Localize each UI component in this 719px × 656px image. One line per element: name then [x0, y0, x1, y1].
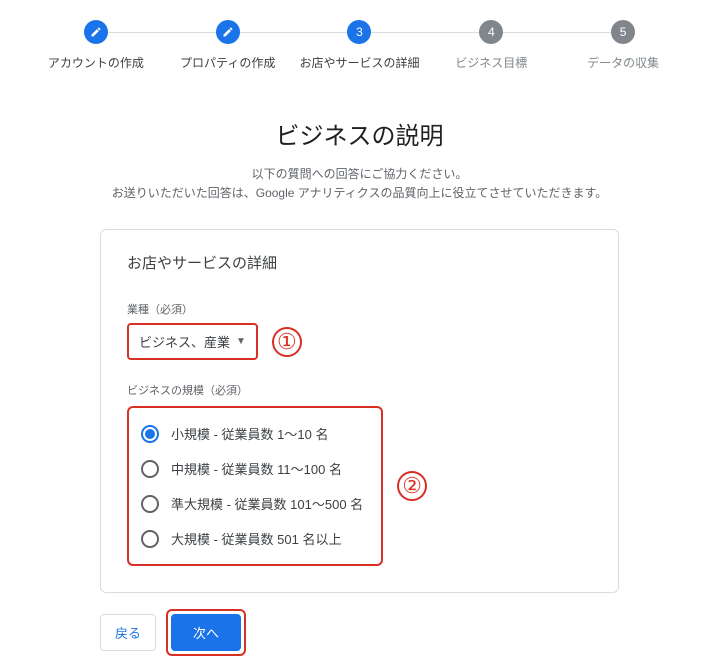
- step-connector: [359, 32, 491, 33]
- step-business-details: 3 お店やサービスの詳細: [294, 20, 426, 71]
- step-label: お店やサービスの詳細: [299, 54, 419, 71]
- business-details-card: お店やサービスの詳細 業種（必須） ビジネス、産業 ▼ ① ビジネスの規模（必須…: [100, 229, 619, 593]
- step-label: データの収集: [587, 54, 659, 71]
- radio-icon: [141, 495, 159, 513]
- industry-label: 業種（必須）: [127, 301, 592, 317]
- industry-dropdown[interactable]: ビジネス、産業 ▼: [127, 323, 258, 360]
- step-connector: [96, 32, 228, 33]
- industry-dropdown-wrap: ビジネス、産業 ▼ ①: [127, 323, 592, 360]
- step-circle-pending: 5: [611, 20, 635, 44]
- step-label: アカウントの作成: [48, 54, 144, 71]
- step-label: プロパティの作成: [180, 54, 275, 71]
- pencil-icon: [90, 26, 102, 38]
- step-data-collection: 5 データの収集: [557, 20, 689, 71]
- step-circle-done: [216, 20, 240, 44]
- heading-section: ビジネスの説明 以下の質問への回答にご協力ください。 お送りいただいた回答は、G…: [0, 116, 719, 201]
- radio-label: 大規模 - 従業員数 501 名以上: [171, 529, 341, 548]
- radio-label: 小規模 - 従業員数 1～10 名: [171, 424, 328, 443]
- step-connector: [491, 32, 623, 33]
- next-button-highlight: 次へ: [166, 609, 246, 656]
- size-label: ビジネスの規模（必須）: [127, 382, 592, 398]
- radio-label: 中規模 - 従業員数 11～100 名: [171, 459, 342, 478]
- step-property: プロパティの作成: [162, 20, 294, 71]
- step-business-goals: 4 ビジネス目標: [425, 20, 557, 71]
- card-title: お店やサービスの詳細: [127, 252, 592, 273]
- chevron-down-icon: ▼: [236, 336, 246, 347]
- radio-label: 準大規模 - 従業員数 101～500 名: [171, 494, 363, 513]
- pencil-icon: [222, 26, 234, 38]
- radio-icon: [141, 530, 159, 548]
- back-button[interactable]: 戻る: [100, 614, 156, 651]
- size-radio-wrap: 小規模 - 従業員数 1～10 名 中規模 - 従業員数 11～100 名 準大…: [127, 406, 592, 566]
- size-option-large[interactable]: 大規模 - 従業員数 501 名以上: [137, 521, 367, 556]
- page-subtitle-2: お送りいただいた回答は、Google アナリティクスの品質向上に役立てさせていた…: [0, 184, 719, 201]
- size-radio-group: 小規模 - 従業員数 1～10 名 中規模 - 従業員数 11～100 名 準大…: [127, 406, 383, 566]
- step-circle-active: 3: [347, 20, 371, 44]
- step-label: ビジネス目標: [455, 54, 527, 71]
- radio-icon: [141, 460, 159, 478]
- size-option-semilarge[interactable]: 準大規模 - 従業員数 101～500 名: [137, 486, 367, 521]
- radio-icon: [141, 425, 159, 443]
- size-option-small[interactable]: 小規模 - 従業員数 1～10 名: [137, 416, 367, 451]
- page-subtitle-1: 以下の質問への回答にご協力ください。: [0, 165, 719, 182]
- next-button[interactable]: 次へ: [171, 614, 241, 651]
- annotation-1: ①: [272, 327, 302, 357]
- annotation-2: ②: [397, 471, 427, 501]
- step-circle-done: [84, 20, 108, 44]
- button-row: 戻る 次へ: [100, 609, 619, 656]
- stepper: アカウントの作成 プロパティの作成 3 お店やサービスの詳細 4 ビジネス目標 …: [0, 0, 719, 81]
- industry-value: ビジネス、産業: [139, 332, 230, 351]
- step-circle-pending: 4: [479, 20, 503, 44]
- step-connector: [228, 32, 360, 33]
- page-title: ビジネスの説明: [0, 116, 719, 151]
- step-account: アカウントの作成: [30, 20, 162, 71]
- size-option-medium[interactable]: 中規模 - 従業員数 11～100 名: [137, 451, 367, 486]
